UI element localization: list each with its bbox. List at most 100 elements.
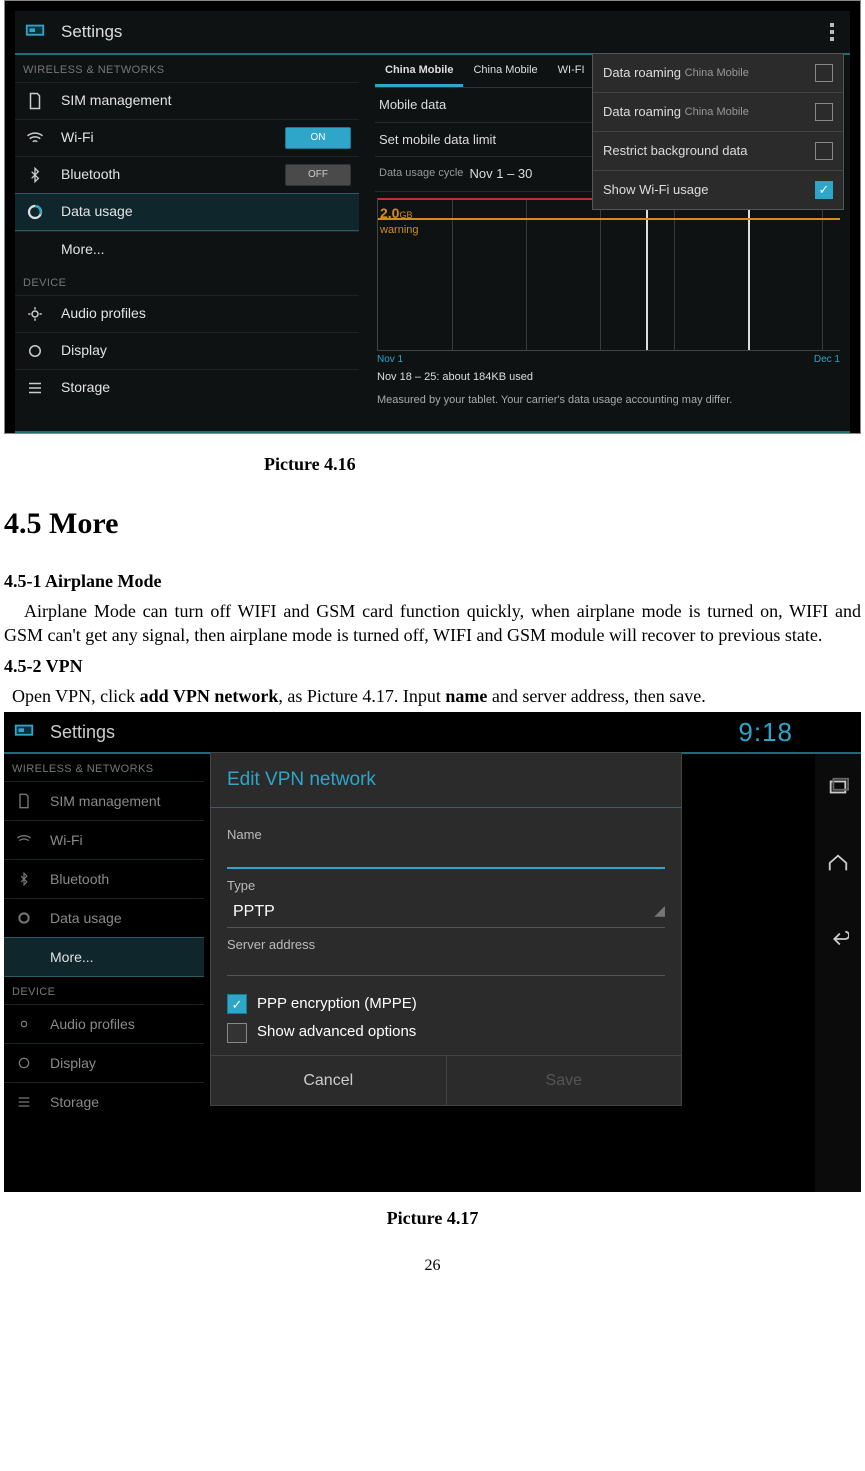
section-heading: 4.5 More — [4, 504, 861, 545]
sidebar-item-audio[interactable]: Audio profiles — [15, 295, 359, 332]
ppp-checkbox-row[interactable]: ✓ PPP encryption (MPPE) — [227, 994, 665, 1014]
menu-data-roaming-2[interactable]: Data roaming China Mobile — [593, 92, 843, 131]
checkbox-icon[interactable] — [815, 103, 833, 121]
settings-title: Settings — [61, 21, 122, 44]
axis-end: Dec 1 — [814, 353, 840, 367]
bold-text: add VPN network — [140, 686, 279, 706]
vpn-edit-dialog: Edit VPN network Name Type PPTP ◢ Server… — [210, 752, 682, 1106]
sidebar-item-more[interactable]: More... — [4, 937, 204, 977]
sidebar-item-display[interactable]: Display — [4, 1043, 204, 1082]
usage-chart[interactable]: 2.0GB warning — [377, 198, 840, 351]
status-clock: 9:18 — [738, 715, 853, 750]
chart-axis: Nov 1 Dec 1 — [375, 353, 842, 367]
bold-text: name — [445, 686, 487, 706]
audio-icon — [12, 1012, 36, 1036]
overflow-popup: Data roaming China Mobile Data roaming C… — [592, 53, 844, 210]
tab-sim1[interactable]: China Mobile — [375, 57, 463, 87]
body-text: Open VPN, click add VPN network, as Pict… — [4, 684, 861, 708]
settings-title: Settings — [50, 720, 115, 744]
sidebar-item-wifi[interactable]: Wi-Fi — [4, 820, 204, 859]
home-button[interactable] — [825, 850, 851, 876]
checkbox-label: Show advanced options — [257, 1022, 416, 1042]
row-label: Mobile data — [379, 96, 446, 114]
figure-caption: Picture 4.16 — [4, 452, 861, 476]
settings-sidebar: WIRELESS & NETWORKS SIM management Wi-Fi… — [4, 754, 204, 1192]
sidebar-item-label: Wi-Fi — [50, 831, 83, 850]
menu-label: Data roaming — [603, 103, 681, 121]
sim-icon — [23, 89, 47, 113]
sidebar-item-label: Storage — [50, 1093, 99, 1112]
checkbox-icon[interactable]: ✓ — [815, 181, 833, 199]
subsection-heading: 4.5-1 Airplane Mode — [4, 569, 861, 593]
save-button[interactable]: Save — [446, 1056, 682, 1106]
recent-apps-button[interactable] — [825, 774, 851, 800]
menu-label: Show Wi-Fi usage — [603, 181, 708, 199]
sidebar-item-wifi[interactable]: Wi-Fi ON — [15, 119, 359, 156]
figure-caption: Picture 4.17 — [4, 1206, 861, 1230]
advanced-checkbox-row[interactable]: Show advanced options — [227, 1022, 665, 1042]
sidebar-item-label: Audio profiles — [50, 1015, 135, 1034]
sidebar-item-storage[interactable]: Storage — [15, 369, 359, 406]
settings-titlebar: Settings 9:18 — [4, 712, 861, 754]
wifi-icon — [12, 828, 36, 852]
dialog-title: Edit VPN network — [211, 753, 681, 808]
sidebar-item-label: Wi-Fi — [61, 128, 94, 147]
sidebar-item-sim[interactable]: SIM management — [4, 781, 204, 820]
sidebar-item-data-usage[interactable]: Data usage — [4, 898, 204, 937]
sidebar-item-label: Data usage — [50, 909, 122, 928]
row-label: Set mobile data limit — [379, 131, 496, 149]
checkbox-icon[interactable] — [227, 1023, 247, 1043]
settings-sidebar: WIRELESS & NETWORKS SIM management Wi-Fi… — [15, 55, 359, 406]
server-input[interactable] — [227, 955, 665, 976]
storage-icon — [23, 376, 47, 400]
sidebar-item-bluetooth[interactable]: Bluetooth — [4, 859, 204, 898]
bluetooth-icon — [12, 867, 36, 891]
select-value: PPTP — [233, 901, 275, 923]
sidebar-item-data-usage[interactable]: Data usage — [15, 193, 359, 231]
sidebar-item-label: Display — [50, 1054, 96, 1073]
back-button[interactable] — [825, 926, 851, 952]
settings-icon — [23, 20, 47, 44]
type-select[interactable]: PPTP ◢ — [227, 897, 665, 928]
name-input[interactable] — [227, 845, 665, 869]
menu-show-wifi[interactable]: Show Wi-Fi usage ✓ — [593, 170, 843, 209]
field-label-server: Server address — [227, 936, 665, 954]
cancel-button[interactable]: Cancel — [211, 1056, 446, 1106]
sidebar-item-label: More... — [61, 240, 105, 259]
text: , as Picture 4.17. Input — [278, 686, 445, 706]
data-usage-icon — [12, 906, 36, 930]
menu-label: Data roaming — [603, 64, 681, 82]
dialog-buttons: Cancel Save — [211, 1055, 681, 1106]
tab-wifi[interactable]: WI-FI — [548, 57, 595, 87]
menu-data-roaming-1[interactable]: Data roaming China Mobile — [593, 54, 843, 92]
overflow-menu-icon[interactable] — [820, 17, 844, 47]
checkbox-label: PPP encryption (MPPE) — [257, 994, 417, 1014]
sidebar-item-bluetooth[interactable]: Bluetooth OFF — [15, 156, 359, 193]
sidebar-item-label: Audio profiles — [61, 304, 146, 323]
sidebar-item-storage[interactable]: Storage — [4, 1082, 204, 1121]
tab-sim2[interactable]: China Mobile — [463, 57, 547, 87]
checkbox-icon[interactable] — [815, 64, 833, 82]
sidebar-item-audio[interactable]: Audio profiles — [4, 1004, 204, 1043]
wifi-toggle[interactable]: ON — [285, 127, 351, 149]
text: and server address, then save. — [487, 686, 705, 706]
storage-icon — [12, 1090, 36, 1114]
sidebar-item-label: Data usage — [61, 202, 133, 221]
checkbox-icon[interactable]: ✓ — [227, 994, 247, 1014]
sidebar-item-more[interactable]: More... — [15, 231, 359, 268]
sidebar-category: DEVICE — [15, 268, 359, 295]
field-label-type: Type — [227, 877, 665, 895]
sidebar-item-sim[interactable]: SIM management — [15, 82, 359, 119]
sim-icon — [12, 789, 36, 813]
checkbox-icon[interactable] — [815, 142, 833, 160]
bluetooth-toggle[interactable]: OFF — [285, 164, 351, 186]
sidebar-category: WIRELESS & NETWORKS — [15, 55, 359, 82]
field-label-name: Name — [227, 826, 665, 844]
screenshot-data-usage: Settings Data roaming China Mobile Data … — [4, 0, 861, 434]
sidebar-item-display[interactable]: Display — [15, 332, 359, 369]
menu-sublabel: China Mobile — [685, 105, 749, 120]
settings-titlebar: Settings — [15, 11, 850, 55]
sidebar-category: WIRELESS & NETWORKS — [4, 754, 204, 781]
menu-restrict-bg[interactable]: Restrict background data — [593, 131, 843, 170]
axis-start: Nov 1 — [377, 353, 403, 367]
